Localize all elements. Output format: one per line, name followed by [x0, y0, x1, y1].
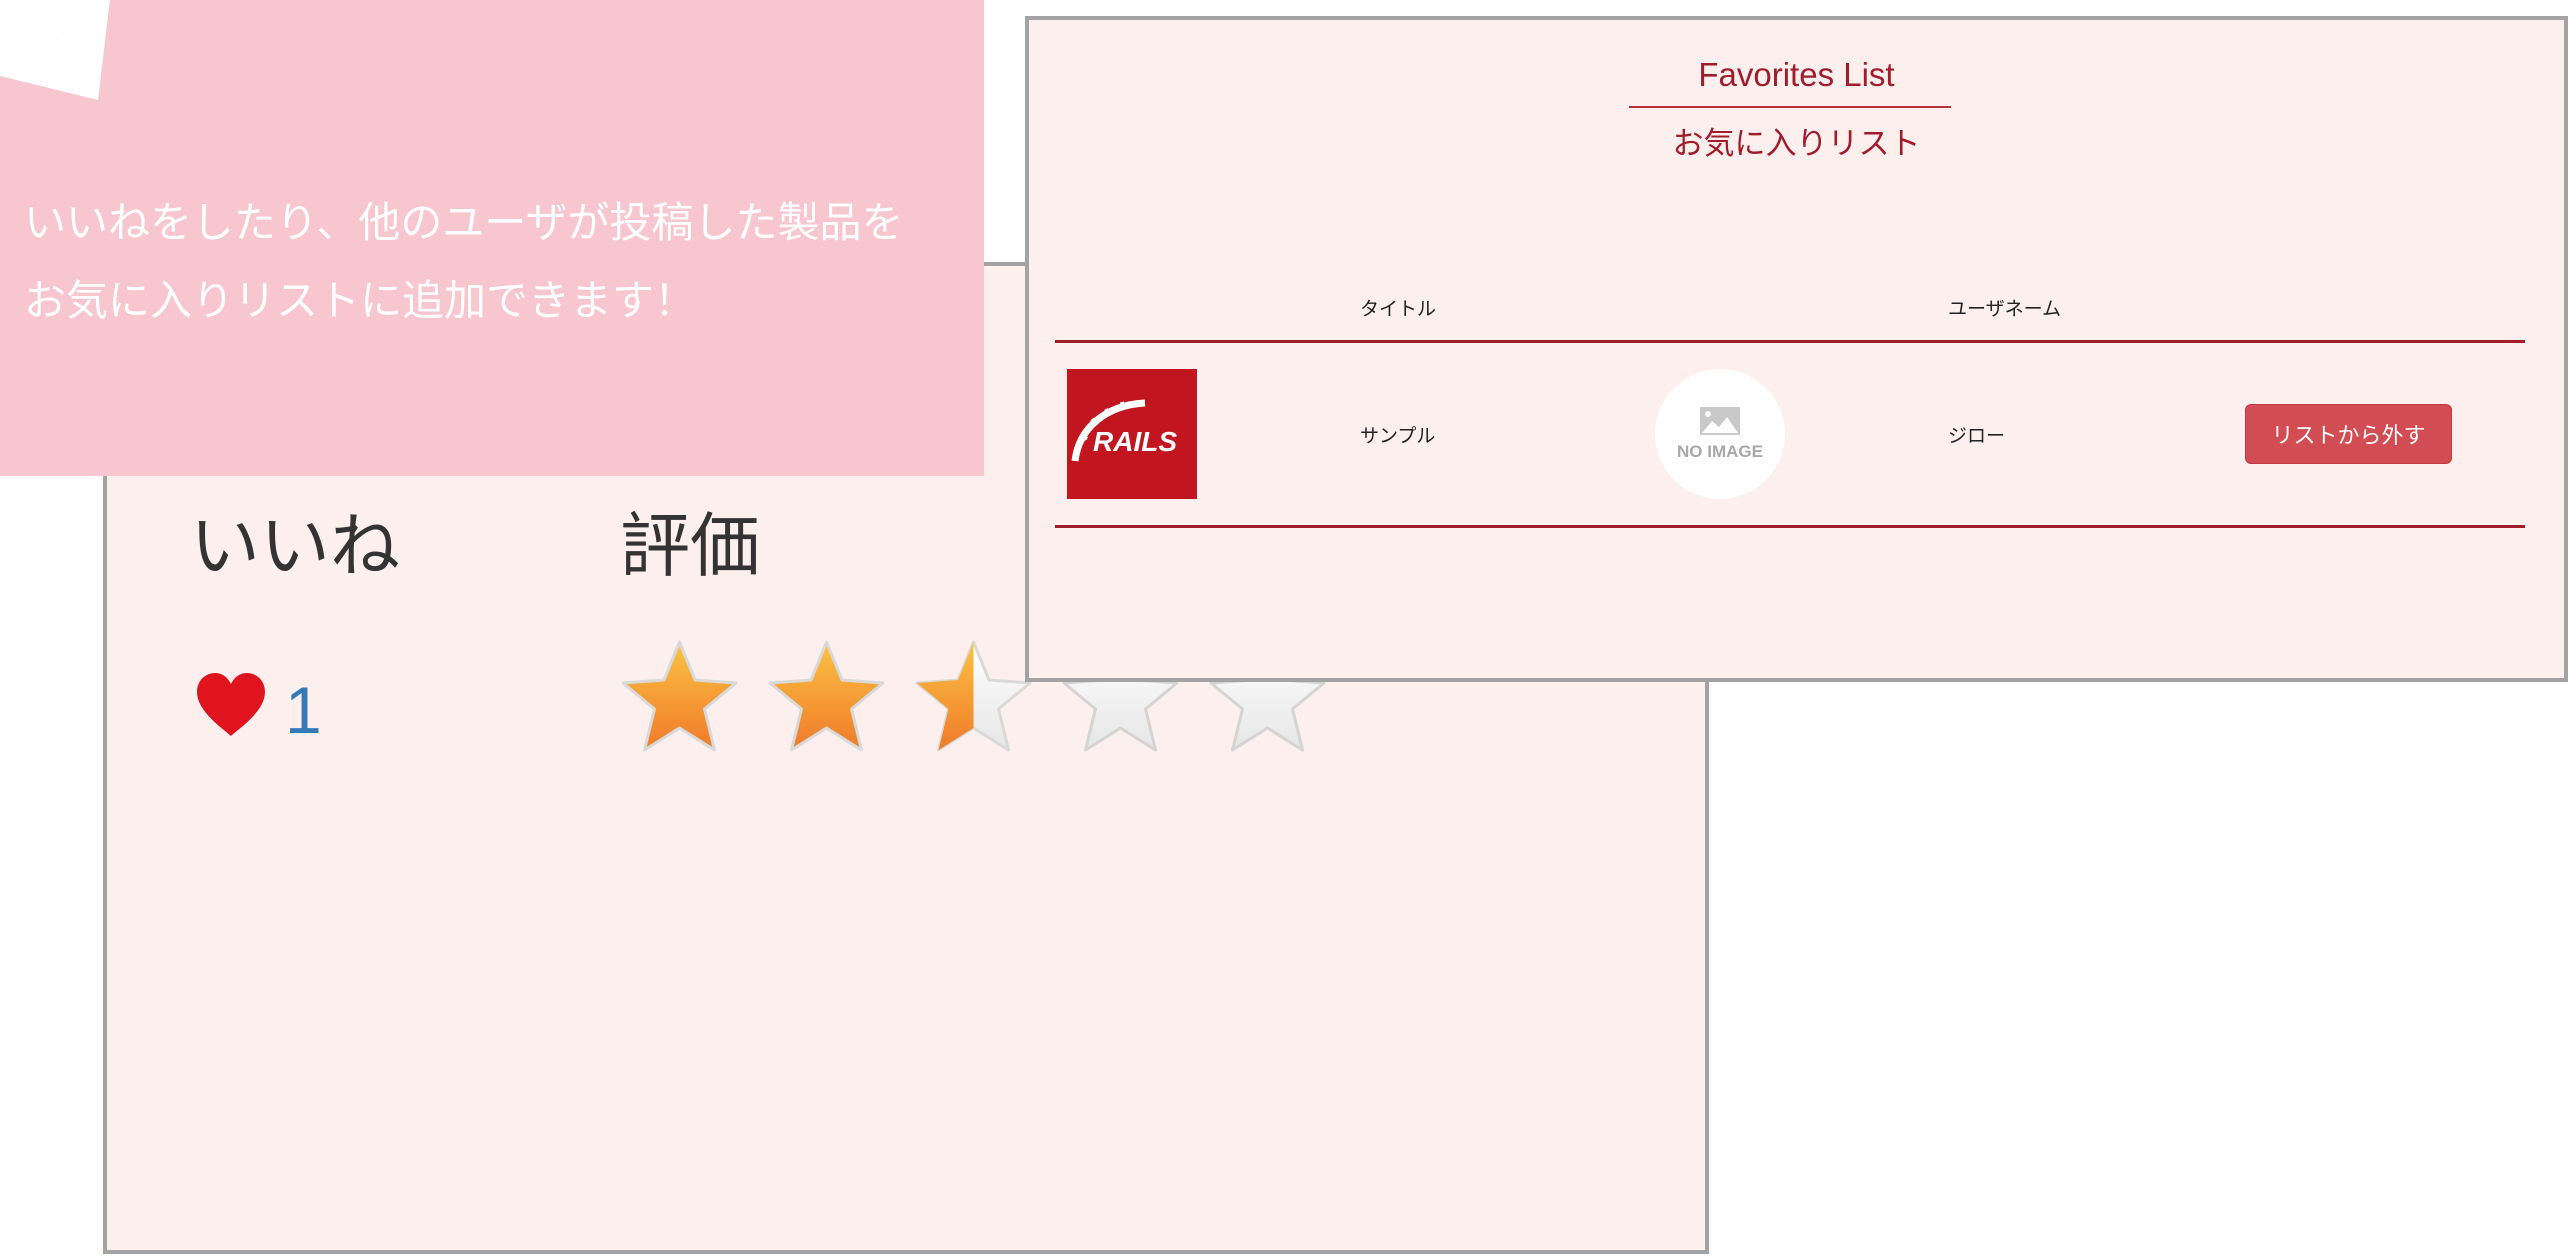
favorites-title-ja: お気に入りリスト	[1672, 126, 1921, 162]
column-header-username: ユーザネーム	[1948, 298, 2062, 320]
no-image-icon: NO IMAGE	[1677, 407, 1763, 461]
favorites-table: タイトル ユーザネーム RAILS サンプル NO IMAGE ジロー リストか…	[1055, 260, 2525, 528]
rails-logo-text: RAILS	[1093, 426, 1177, 457]
favorites-panel: Favorites List お気に入りリスト タイトル ユーザネーム RAIL…	[1025, 16, 2568, 682]
like-heading: いいね	[190, 505, 400, 587]
rating-heading: 評価	[620, 505, 760, 587]
user-avatar[interactable]: NO IMAGE	[1655, 369, 1785, 499]
heart-icon[interactable]	[195, 672, 267, 738]
cell-title: サンプル	[1360, 425, 1436, 447]
callout-text: いいねをしたり、他のユーザが投稿した製品を お気に入りリストに追加できます！	[24, 184, 974, 340]
product-thumbnail[interactable]: RAILS	[1067, 369, 1197, 499]
column-header-title: タイトル	[1360, 298, 1437, 320]
title-divider	[1629, 106, 1951, 108]
rails-logo-icon: RAILS	[1071, 399, 1177, 462]
callout-line-1: いいねをしたり、他のユーザが投稿した製品を	[24, 198, 904, 247]
no-image-text: NO IMAGE	[1677, 442, 1763, 461]
connector-line	[983, 262, 1027, 265]
table-row: RAILS サンプル NO IMAGE ジロー リストから外す	[1055, 343, 2525, 528]
star-icon-1[interactable]	[618, 638, 741, 756]
table-header: タイトル ユーザネーム	[1055, 260, 2525, 343]
favorites-title-en: Favorites List	[1698, 56, 1895, 93]
star-icon-3[interactable]	[912, 638, 1035, 756]
cell-username: ジロー	[1948, 425, 2006, 447]
like-control: 1	[195, 660, 322, 750]
like-count: 1	[285, 673, 322, 747]
callout-note: いいねをしたり、他のユーザが投稿した製品を お気に入りリストに追加できます！	[0, 0, 984, 476]
star-icon-2[interactable]	[765, 638, 888, 756]
remove-from-list-button[interactable]: リストから外す	[2245, 404, 2452, 464]
callout-line-2: お気に入りリストに追加できます！	[24, 276, 697, 325]
